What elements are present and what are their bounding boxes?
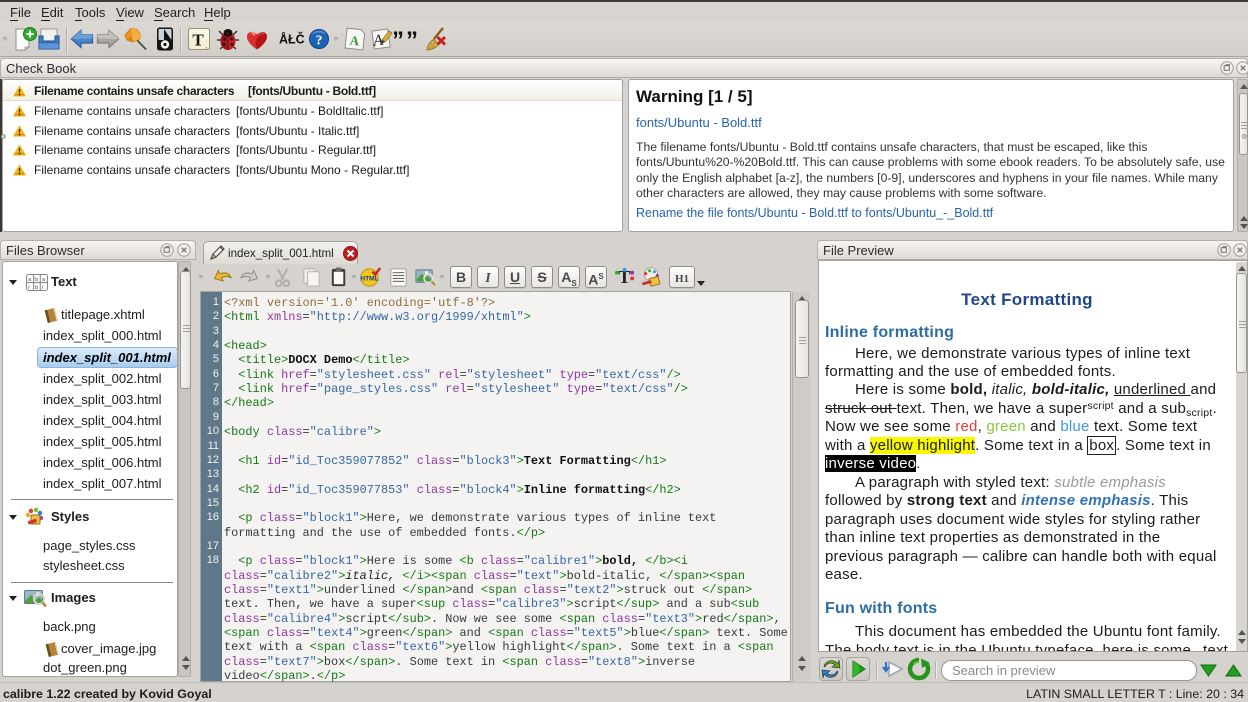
svg-text:?: ? [316, 34, 323, 49]
svg-text:HTML: HTML [360, 275, 379, 282]
svg-text:i: i [42, 285, 43, 291]
svg-text:,: , [206, 43, 208, 50]
svg-text:b: b [35, 285, 38, 291]
svg-text:”: ” [394, 27, 404, 52]
svg-text:r: r [28, 285, 30, 291]
svg-text:ÅŁČ: ÅŁČ [279, 32, 305, 47]
svg-text:b: b [35, 277, 38, 283]
svg-text:T: T [192, 31, 204, 50]
svg-text:”: ” [406, 27, 418, 52]
